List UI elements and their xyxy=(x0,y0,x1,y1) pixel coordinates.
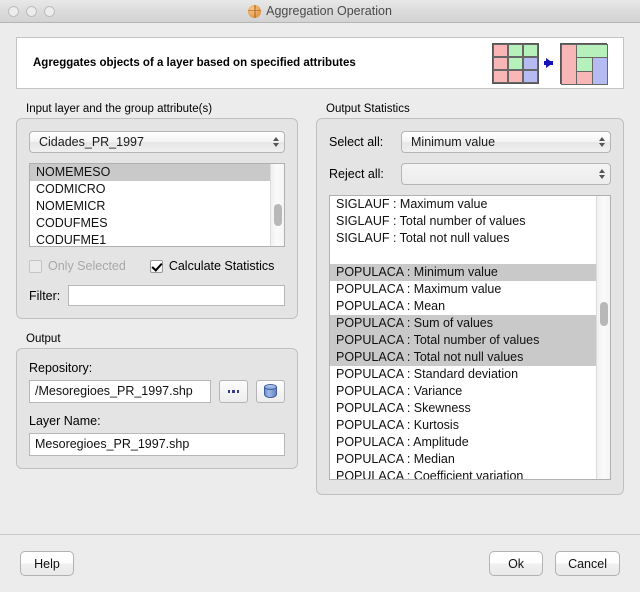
list-item[interactable]: POPULACA : Total number of values xyxy=(330,332,610,349)
minimize-button[interactable] xyxy=(26,5,37,17)
database-button[interactable] xyxy=(256,380,285,403)
list-item[interactable]: SIGLAUF : Total number of values xyxy=(330,213,610,230)
list-item[interactable]: SIGLAUF : Maximum value xyxy=(330,196,610,213)
window-titlebar: Aggregation Operation xyxy=(0,0,640,23)
reject-all-dropdown[interactable] xyxy=(401,163,611,185)
dialog-content: Agreggates objects of a layer based on s… xyxy=(0,37,640,495)
footer-actions: Ok Cancel xyxy=(489,551,620,576)
stats-group-label: Output Statistics xyxy=(326,103,410,115)
layer-select-value: Cidades_PR_1997 xyxy=(39,135,144,149)
repository-row: /Mesoregioes_PR_1997.shp xyxy=(29,380,285,403)
ok-button[interactable]: Ok xyxy=(489,551,544,576)
stats-group-box: Select all: Minimum value Reject all: SI… xyxy=(316,118,624,495)
aggregation-diagram xyxy=(492,42,608,85)
only-selected-checkbox[interactable] xyxy=(29,259,42,273)
scrollbar-thumb[interactable] xyxy=(274,204,282,226)
checkbox-row: Only Selected Calculate Statistics xyxy=(29,259,285,273)
description-text: Agreggates objects of a layer based on s… xyxy=(33,57,356,69)
input-group-box: Cidades_PR_1997 NOMEMESO CODMICRO NOMEMI… xyxy=(16,118,298,319)
result-grid-icon xyxy=(560,42,608,85)
select-all-row: Select all: Minimum value xyxy=(329,131,611,153)
statistics-list-inner: SIGLAUF : Maximum value SIGLAUF : Total … xyxy=(330,196,610,479)
reject-all-row: Reject all: xyxy=(329,163,611,185)
right-column: Output Statistics Select all: Minimum va… xyxy=(316,103,624,495)
left-column: Input layer and the group attribute(s) C… xyxy=(16,103,298,495)
list-item[interactable]: POPULACA : Mean xyxy=(330,298,610,315)
list-item[interactable]: NOMEMESO xyxy=(30,164,284,181)
dialog-footer: Help Ok Cancel xyxy=(0,534,640,592)
list-item[interactable]: POPULACA : Skewness xyxy=(330,400,610,417)
layer-name-input[interactable]: Mesoregioes_PR_1997.shp xyxy=(29,433,285,456)
list-item[interactable]: SIGLAUF : Total not null values xyxy=(330,230,610,247)
repository-label: Repository: xyxy=(29,361,93,375)
attribute-list-scrollbar[interactable] xyxy=(270,164,284,246)
reject-all-label: Reject all: xyxy=(329,167,384,181)
statistics-list[interactable]: SIGLAUF : Maximum value SIGLAUF : Total … xyxy=(329,195,611,480)
output-group-box: Repository: /Mesoregioes_PR_1997.shp Lay… xyxy=(16,348,298,469)
filter-row: Filter: xyxy=(29,285,285,306)
main-columns: Input layer and the group attribute(s) C… xyxy=(16,103,624,495)
list-item[interactable]: CODUFMES xyxy=(30,215,284,232)
layer-name-label: Layer Name: xyxy=(29,414,101,428)
stepper-icon[interactable] xyxy=(599,169,605,179)
list-item[interactable]: POPULACA : Variance xyxy=(330,383,610,400)
filter-input[interactable] xyxy=(68,285,285,306)
filter-label: Filter: xyxy=(29,288,61,303)
list-item[interactable]: POPULACA : Sum of values xyxy=(330,315,610,332)
window-title-container: Aggregation Operation xyxy=(0,0,640,22)
arrow-right-icon xyxy=(544,58,553,68)
ellipsis-icon xyxy=(227,390,240,393)
select-all-label: Select all: xyxy=(329,135,384,149)
repository-input[interactable]: /Mesoregioes_PR_1997.shp xyxy=(29,380,211,403)
list-item[interactable]: NOMEMICR xyxy=(30,198,284,215)
globe-icon xyxy=(248,4,262,18)
browse-button[interactable] xyxy=(219,380,248,403)
calculate-statistics-label: Calculate Statistics xyxy=(168,259,275,273)
window-title: Aggregation Operation xyxy=(266,4,392,18)
stepper-icon[interactable] xyxy=(273,137,279,147)
list-item[interactable]: POPULACA : Total not null values xyxy=(330,349,610,366)
traffic-lights xyxy=(8,5,55,17)
zoom-button[interactable] xyxy=(44,5,55,17)
list-item xyxy=(330,247,610,264)
calculate-statistics-checkbox[interactable] xyxy=(149,259,163,273)
list-item[interactable]: POPULACA : Kurtosis xyxy=(330,417,610,434)
layer-select[interactable]: Cidades_PR_1997 xyxy=(29,131,285,153)
scrollbar-thumb[interactable] xyxy=(600,302,608,326)
attribute-list-inner: NOMEMESO CODMICRO NOMEMICR CODUFMES CODU… xyxy=(30,164,284,246)
list-item[interactable]: POPULACA : Maximum value xyxy=(330,281,610,298)
list-item[interactable]: POPULACA : Minimum value xyxy=(330,264,610,281)
list-item[interactable]: CODUFME1 xyxy=(30,232,284,246)
select-all-dropdown[interactable]: Minimum value xyxy=(401,131,611,153)
list-item[interactable]: POPULACA : Coefficient variation xyxy=(330,468,610,479)
input-group-label: Input layer and the group attribute(s) xyxy=(26,103,213,115)
statistics-list-scrollbar[interactable] xyxy=(596,196,610,479)
description-banner: Agreggates objects of a layer based on s… xyxy=(16,37,624,89)
database-icon xyxy=(264,384,277,399)
list-item[interactable]: POPULACA : Standard deviation xyxy=(330,366,610,383)
help-button[interactable]: Help xyxy=(20,551,74,576)
stepper-icon[interactable] xyxy=(599,137,605,147)
list-item[interactable]: POPULACA : Amplitude xyxy=(330,434,610,451)
only-selected-label: Only Selected xyxy=(48,259,126,273)
attribute-list[interactable]: NOMEMESO CODMICRO NOMEMICR CODUFMES CODU… xyxy=(29,163,285,247)
close-button[interactable] xyxy=(8,5,19,17)
output-group-label: Output xyxy=(26,333,61,345)
list-item[interactable]: CODMICRO xyxy=(30,181,284,198)
source-grid-icon xyxy=(492,42,539,84)
cancel-button[interactable]: Cancel xyxy=(555,551,620,576)
list-item[interactable]: POPULACA : Median xyxy=(330,451,610,468)
select-all-value: Minimum value xyxy=(411,135,496,149)
